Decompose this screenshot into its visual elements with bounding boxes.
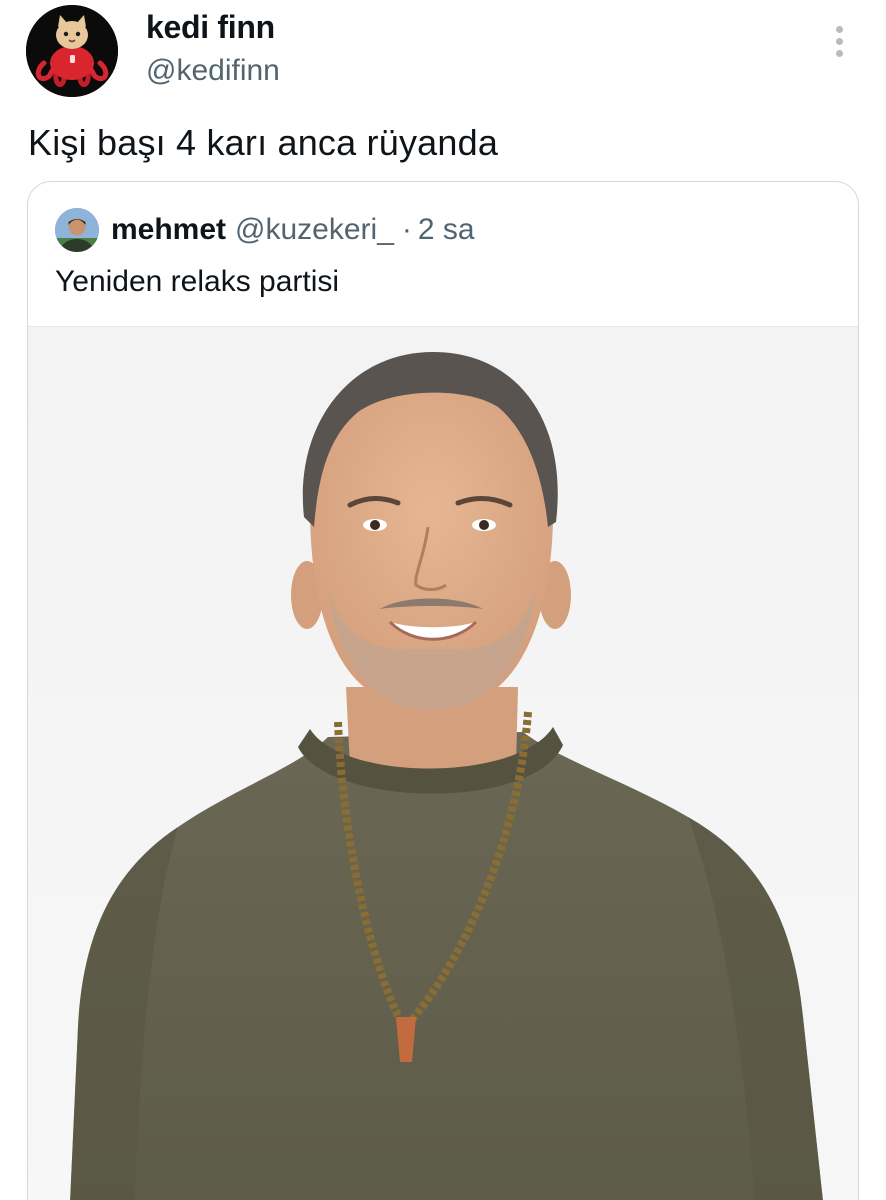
tweet-view: kedi finn @kedifinn Kişi başı 4 karı anc… xyxy=(0,0,886,1200)
vertical-ellipsis-icon xyxy=(836,38,843,45)
quoted-tweet-card[interactable]: mehmet @kuzekeri_ · 2 sa Yeniden relaks … xyxy=(27,181,859,1200)
tweet-text: Kişi başı 4 karı anca rüyanda xyxy=(28,122,499,163)
quoted-tweet-timestamp[interactable]: 2 sa xyxy=(418,213,475,247)
author-info: kedi finn @kedifinn xyxy=(146,8,280,92)
quoted-tweet-text: Yeniden relaks partisi xyxy=(55,265,340,298)
quoted-tweet-header: mehmet @kuzekeri_ · 2 sa xyxy=(55,206,475,254)
author-handle[interactable]: @kedifinn xyxy=(146,50,280,92)
vertical-ellipsis-icon xyxy=(836,50,843,57)
quoted-tweet-media[interactable] xyxy=(28,326,858,1200)
profile-photo-avatar-icon xyxy=(55,208,99,252)
quoted-author-handle[interactable]: @kuzekeri_ xyxy=(235,213,394,247)
quoted-author-name[interactable]: mehmet xyxy=(111,213,226,247)
quoted-author-avatar[interactable] xyxy=(55,208,99,252)
meta-separator: · xyxy=(401,213,412,246)
vertical-ellipsis-icon xyxy=(836,26,843,33)
more-options-button[interactable] xyxy=(822,20,858,64)
author-avatar[interactable] xyxy=(26,5,118,97)
portrait-photo-icon xyxy=(28,327,858,1200)
author-name[interactable]: kedi finn xyxy=(146,8,280,46)
cat-octopus-avatar-icon xyxy=(26,5,118,97)
